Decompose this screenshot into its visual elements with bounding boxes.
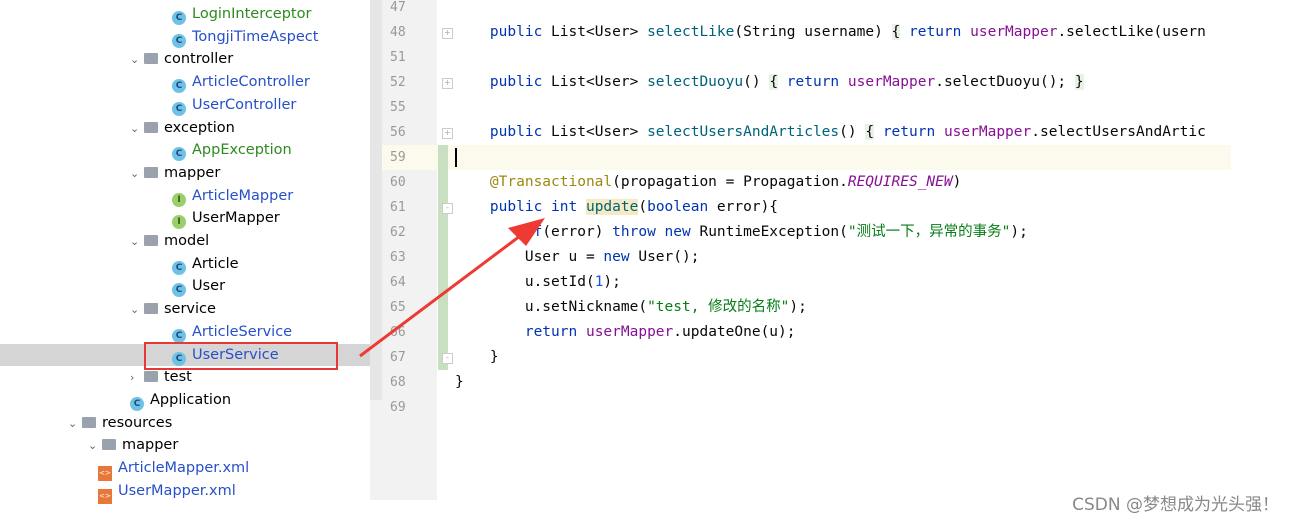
watermark: CSDN @梦想成为光头强！ — [1072, 495, 1279, 515]
annotation-arrow — [359, 218, 545, 358]
